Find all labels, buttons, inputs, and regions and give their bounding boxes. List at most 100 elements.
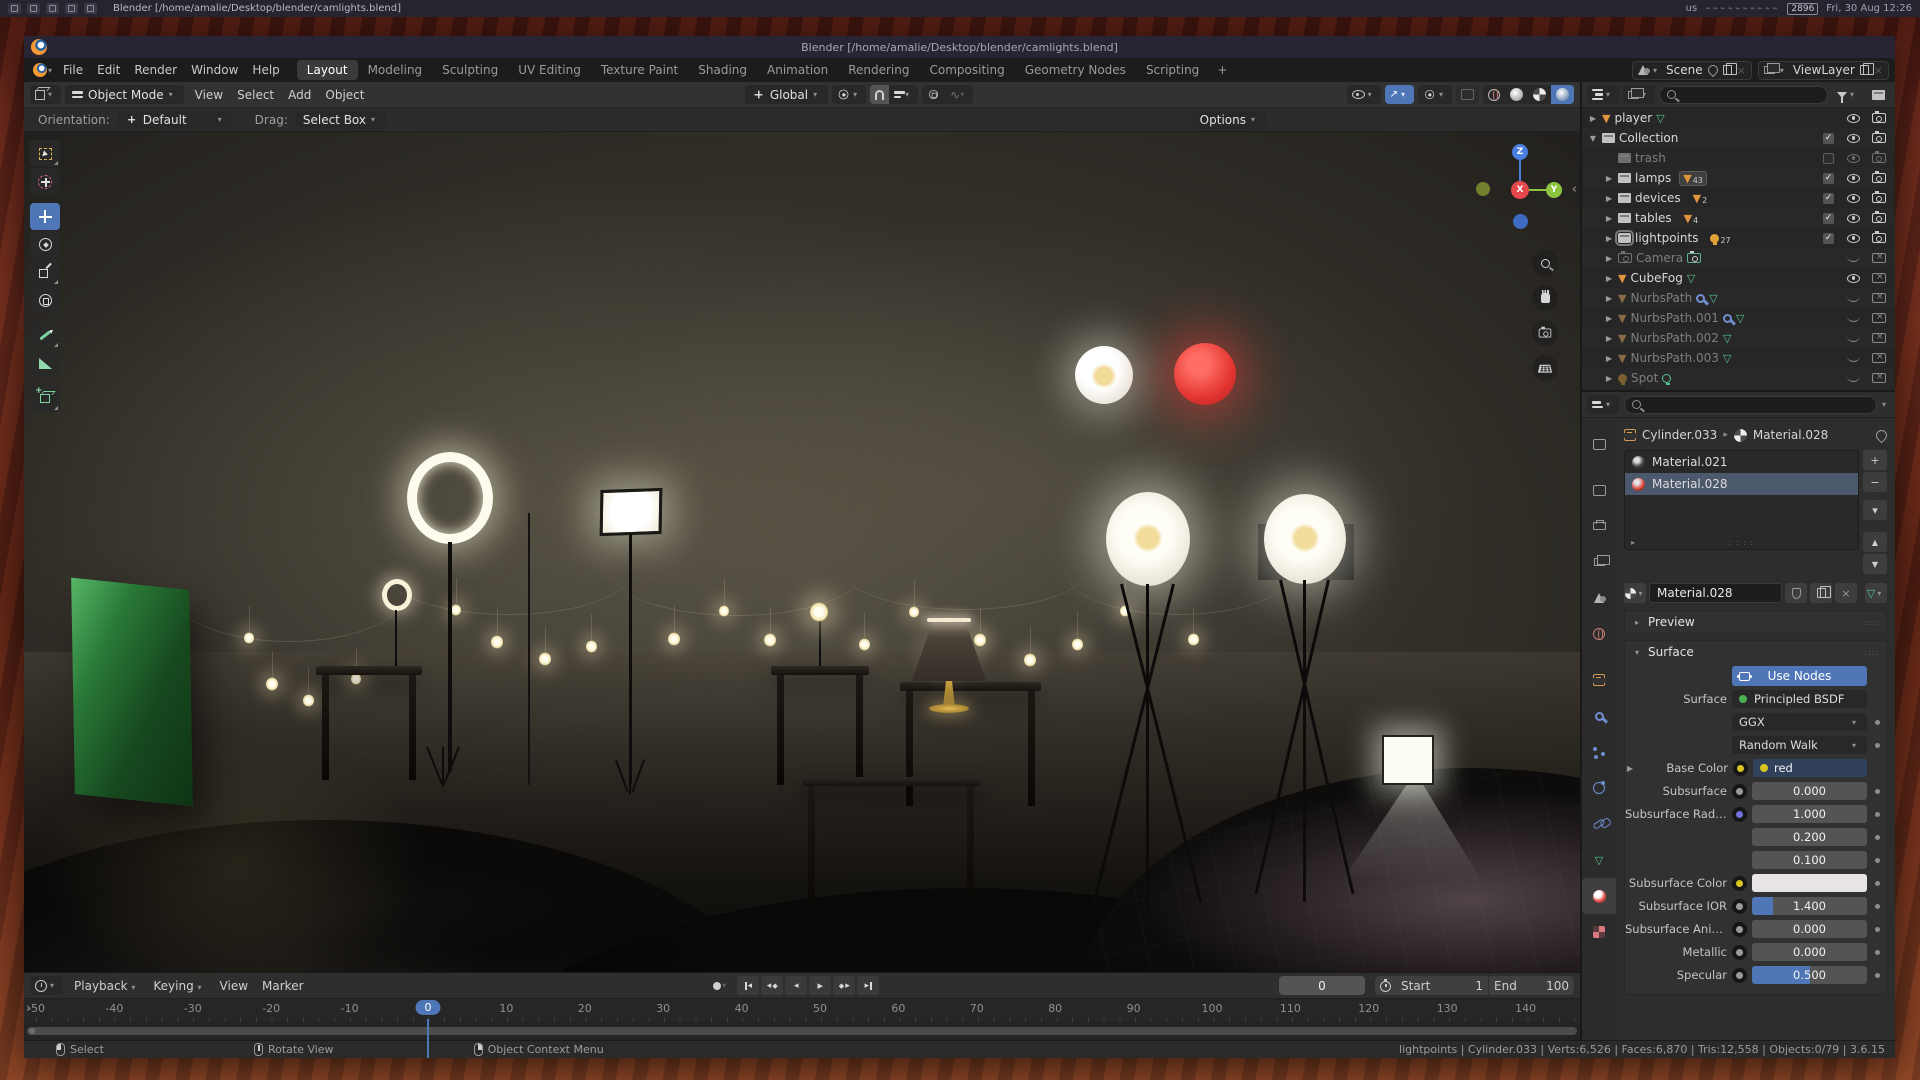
small-ring-light[interactable] (382, 579, 412, 611)
proportional-toggle[interactable] (922, 85, 945, 104)
tab-data[interactable]: ▽ (1582, 842, 1616, 878)
timeline-menu-marker[interactable]: Marker (255, 977, 310, 995)
start-frame-field[interactable]: Start 1 (1396, 976, 1488, 995)
next-keyframe-button[interactable]: ◆▸ (833, 976, 855, 995)
outliner-row-lamps[interactable]: ▶lamps▼43✓ (1582, 168, 1895, 188)
timeline-editor-type-button[interactable]: ▾ (30, 976, 63, 995)
render-visibility-icon[interactable] (1872, 213, 1886, 223)
outliner-editor-type-button[interactable]: ▾ (1587, 85, 1619, 104)
distribution-dropdown[interactable]: GGX ▾ (1732, 713, 1867, 731)
shading-material-button[interactable] (1528, 85, 1551, 104)
tab-scene[interactable] (1582, 580, 1616, 616)
material-slot-material-021[interactable]: Material.021 (1625, 451, 1858, 473)
disclosure-icon[interactable]: ▶ (1604, 314, 1614, 323)
slider-subsurface-ior[interactable]: 1.400 (1752, 897, 1867, 915)
properties-editor-type-button[interactable]: ▾ (1587, 395, 1619, 414)
studio-light-left[interactable] (1106, 492, 1190, 586)
timeline-menu-playback[interactable]: Playback ▾ (67, 977, 146, 995)
pivot-point-dropdown[interactable]: ▾ (832, 85, 866, 104)
gizmo-y-axis[interactable]: Y (1546, 182, 1562, 198)
xray-toggle[interactable] (1456, 85, 1479, 104)
string-bulb[interactable] (1072, 638, 1083, 651)
white-sphere-light[interactable] (1075, 346, 1133, 404)
workspace-tab-animation[interactable]: Animation (757, 60, 838, 80)
viewport-menu-add[interactable]: Add (281, 86, 318, 104)
material-name-field[interactable]: Material.028 (1649, 583, 1782, 603)
outliner-row-lightpoints[interactable]: ▶lightpoints27✓ (1582, 228, 1895, 248)
copy-icon[interactable] (1860, 65, 1869, 75)
move-slot-down-button[interactable]: ▼ (1863, 554, 1887, 574)
expander-icon[interactable]: ▶ (1625, 764, 1635, 773)
gizmo-minus-z-axis[interactable] (1513, 214, 1528, 229)
breadcrumb-object[interactable]: Cylinder.033 (1642, 428, 1717, 442)
browse-material-button[interactable]: ▾ (1624, 583, 1646, 603)
tab-render[interactable] (1582, 472, 1616, 508)
list-resize-grip[interactable]: : : : : (1729, 538, 1754, 547)
rotate-tool[interactable] (30, 231, 60, 258)
navigation-gizmo[interactable]: Z X Y (1468, 142, 1564, 238)
string-bulb[interactable] (764, 633, 776, 647)
outliner-row-nurbspath[interactable]: ▶▼NurbsPath▽ (1582, 288, 1895, 308)
os-window-icon[interactable] (8, 3, 21, 14)
nodetree-dropdown[interactable]: ▽▾ (1865, 583, 1887, 603)
floor-panel-light[interactable] (1382, 735, 1434, 785)
add-slot-button[interactable]: + (1863, 450, 1887, 470)
gizmo-z-axis[interactable]: Z (1512, 144, 1528, 160)
breadcrumb-material[interactable]: Material.028 (1753, 428, 1828, 442)
tab-tool[interactable] (1582, 426, 1616, 462)
animate-dot[interactable] (1875, 950, 1880, 955)
timeline-menu-keying[interactable]: Keying ▾ (146, 977, 212, 995)
select-box-tool[interactable] (30, 140, 60, 167)
sidebar-collapse-arrow[interactable]: ‹ (1572, 182, 1577, 197)
pin-icon[interactable] (1706, 63, 1720, 77)
disclosure-icon[interactable]: ▶ (1604, 194, 1614, 203)
tab-material[interactable] (1582, 878, 1616, 914)
tab-object[interactable] (1582, 662, 1616, 698)
scale-tool[interactable] (30, 259, 60, 286)
string-bulb[interactable] (303, 694, 314, 707)
disclosure-icon[interactable]: ▶ (1588, 114, 1598, 123)
move-tool[interactable] (30, 203, 60, 230)
string-bulb[interactable] (1188, 633, 1199, 646)
outliner-display-mode-button[interactable]: ▾ (1623, 85, 1655, 104)
render-visibility-icon[interactable] (1872, 133, 1886, 143)
render-visibility-icon[interactable] (1872, 193, 1886, 203)
menu-window[interactable]: Window (184, 61, 245, 79)
annotate-tool[interactable] (30, 322, 60, 349)
cursor-tool[interactable] (30, 168, 60, 195)
falloff-dropdown[interactable]: ∿ ▾ (945, 85, 973, 104)
snap-toggle[interactable] (870, 85, 889, 104)
workspace-tab-rendering[interactable]: Rendering (838, 60, 919, 80)
outliner-row-camera[interactable]: ▶Camera (1582, 248, 1895, 268)
pin-icon[interactable] (1874, 427, 1890, 443)
keyboard-layout-indicator[interactable]: us (1686, 3, 1698, 14)
gizmo-x-axis[interactable]: X (1511, 181, 1529, 199)
add-cube-tool[interactable] (30, 385, 60, 412)
orientation-default-dropdown[interactable]: Default ▾ (118, 110, 233, 129)
copy-icon[interactable] (1723, 65, 1732, 75)
prev-keyframe-button[interactable]: ◂◆ (761, 976, 783, 995)
gizmo-toggle[interactable]: ↗▾ (1385, 85, 1414, 104)
move-slot-up-button[interactable]: ▲ (1863, 532, 1887, 552)
string-bulb[interactable] (586, 640, 597, 653)
list-expand-icon[interactable]: ▸ (1631, 538, 1635, 547)
tab-world[interactable] (1582, 616, 1616, 652)
value-field[interactable]: 0.200 (1752, 828, 1867, 846)
workspace-tab-texture-paint[interactable]: Texture Paint (591, 60, 688, 80)
disclosure-icon[interactable]: ▶ (1604, 174, 1614, 183)
animate-dot[interactable] (1875, 881, 1880, 886)
slider-subsurface[interactable]: 0.000 (1752, 782, 1867, 800)
fake-user-button[interactable] (1785, 583, 1807, 603)
disclosure-icon[interactable]: ▶ (1604, 334, 1614, 343)
new-collection-button[interactable] (1867, 85, 1890, 104)
viewlayer-selector[interactable]: ▾ ViewLayer × (1758, 61, 1889, 80)
menu-render[interactable]: Render (127, 61, 184, 79)
snap-mode-dropdown[interactable]: ▾ (889, 85, 918, 104)
outliner-row-nurbspath-001[interactable]: ▶▼NurbsPath.001▽ (1582, 308, 1895, 328)
use-preview-range-toggle[interactable] (1375, 976, 1396, 995)
slider-specular[interactable]: 0.500 (1752, 966, 1867, 984)
eye-closed-icon[interactable] (1847, 295, 1860, 302)
timeline-menu-view[interactable]: View (213, 977, 255, 995)
outliner-row-nurbspath-003[interactable]: ▶▼NurbsPath.003▽ (1582, 348, 1895, 368)
viewport-canvas[interactable]: Z X Y ‹ (24, 132, 1580, 972)
